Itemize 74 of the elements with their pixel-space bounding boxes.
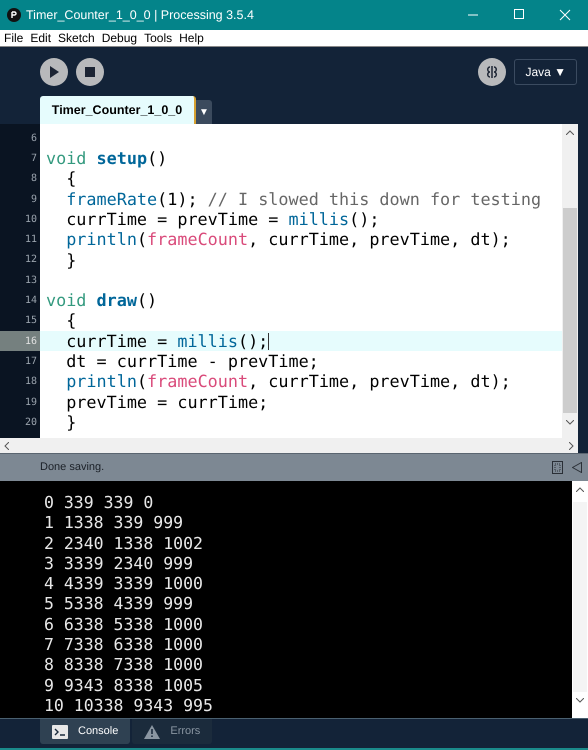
console-tab[interactable]: Console xyxy=(40,719,130,744)
scroll-up-icon[interactable] xyxy=(566,130,574,135)
code-line: void setup() xyxy=(46,150,168,167)
warning-icon xyxy=(144,724,160,738)
play-icon xyxy=(49,66,59,78)
menu-item[interactable]: File xyxy=(4,29,24,47)
console-scrollbar[interactable] xyxy=(572,481,588,718)
line-number: 9 xyxy=(30,192,37,207)
code-line: frameRate(1); // I slowed this down for testing xyxy=(65,190,542,208)
scroll-thumb[interactable] xyxy=(573,502,587,692)
console-line: 4 4339 3339 1000 xyxy=(44,574,204,594)
scroll-thumb[interactable] xyxy=(563,208,577,413)
debug-button[interactable] xyxy=(478,58,506,86)
code-line: } xyxy=(65,414,76,431)
console-line: 9 9343 8338 1005 xyxy=(44,676,204,696)
console-line: 7 7338 6338 1000 xyxy=(44,635,204,656)
line-number: 11 xyxy=(24,233,37,248)
code-line: dt = currTime - prevTime; xyxy=(65,353,319,370)
code-line: { xyxy=(65,170,76,188)
line-number: 17 xyxy=(24,354,37,369)
line-number: 7 xyxy=(30,152,37,166)
clipboard-icon[interactable] xyxy=(552,461,563,474)
code-line: currTime = millis(); xyxy=(65,332,268,350)
code-line: { xyxy=(65,312,76,330)
code-line: println(frameCount, currTime, prevTime, dt); xyxy=(65,231,511,248)
line-number: 18 xyxy=(24,375,37,390)
code-line: void draw() xyxy=(46,292,158,309)
menu-item[interactable]: Debug xyxy=(102,29,138,47)
stop-icon xyxy=(85,66,95,76)
line-number: 13 xyxy=(24,274,37,288)
line-number: 12 xyxy=(24,253,37,268)
line-number: 14 xyxy=(24,294,37,308)
console-line: 6 6338 5338 1000 xyxy=(44,614,204,636)
tab-menu-button[interactable]: ▼ xyxy=(196,100,212,124)
menu-item[interactable]: Help xyxy=(179,29,204,47)
menu-item[interactable]: Tools xyxy=(144,29,172,47)
line-number: 16 xyxy=(24,334,37,349)
line-number: 19 xyxy=(24,396,37,410)
horizontal-scrollbar[interactable] xyxy=(0,438,578,453)
console-line: 5 5338 4339 999 xyxy=(44,594,194,615)
stop-button[interactable] xyxy=(76,58,104,86)
app-icon xyxy=(7,8,21,22)
console-line: 2 2340 1338 1002 xyxy=(44,534,204,554)
code-line: currTime = prevTime = millis(); xyxy=(65,210,380,228)
console-line: 10 10338 9343 995 xyxy=(44,696,214,716)
line-number: 20 xyxy=(24,416,37,430)
menu-item[interactable]: Edit xyxy=(30,29,52,47)
line-number: 15 xyxy=(24,314,37,328)
console-line: 3 3339 2340 999 xyxy=(44,554,194,574)
run-button[interactable] xyxy=(40,58,68,86)
scroll-left-icon[interactable] xyxy=(4,442,9,450)
line-number: 10 xyxy=(24,212,37,227)
code-line: } xyxy=(65,252,76,268)
sketch-tab[interactable]: Timer_Counter_1_0_0 xyxy=(40,96,196,124)
code-line: prevTime = currTime; xyxy=(65,394,268,410)
console-line: 1 1338 339 999 xyxy=(44,513,184,534)
butterfly-icon xyxy=(485,64,500,80)
console-line: 8 8338 7338 1000 xyxy=(44,655,204,676)
mode-dropdown[interactable]: Java ▼ xyxy=(514,58,577,84)
scroll-right-icon[interactable] xyxy=(569,442,574,450)
status-message: Done saving. xyxy=(40,460,104,476)
terminal-icon xyxy=(52,724,68,738)
vertical-scrollbar[interactable] xyxy=(562,124,578,438)
console-tab[interactable]: Errors xyxy=(132,719,212,744)
console-line: 0 339 339 0 xyxy=(44,493,154,514)
menu-item[interactable]: Sketch xyxy=(58,29,95,47)
scroll-down-icon[interactable] xyxy=(576,698,584,703)
line-number: 6 xyxy=(30,132,37,146)
window-title: Timer_Counter_1_0_0 | Processing 3.5.4 xyxy=(26,6,254,24)
scroll-up-icon[interactable] xyxy=(576,487,584,492)
collapse-icon[interactable] xyxy=(572,462,582,473)
code-line: println(frameCount, currTime, prevTime, dt); xyxy=(65,373,511,390)
line-number: 8 xyxy=(30,172,37,186)
scroll-down-icon[interactable] xyxy=(566,420,574,425)
